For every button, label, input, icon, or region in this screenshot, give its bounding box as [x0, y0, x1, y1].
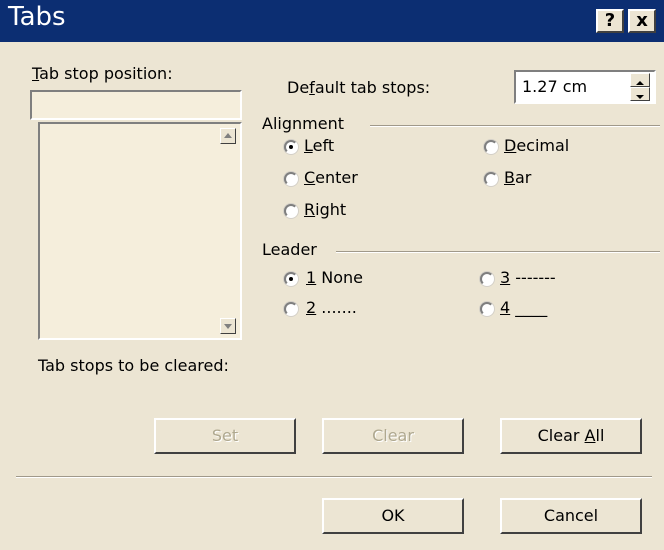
- close-icon: x: [636, 10, 648, 31]
- spin-down-button[interactable]: [630, 87, 650, 101]
- tab-stop-position-label: Tab stop position:: [32, 64, 173, 83]
- alignment-divider: [370, 125, 660, 127]
- alignment-decimal-radio[interactable]: [484, 140, 498, 154]
- leader-1-label[interactable]: 1 None: [306, 268, 363, 287]
- dialog-separator: [16, 476, 652, 478]
- leader-4-label[interactable]: 4 ____: [500, 298, 547, 317]
- scroll-down-button[interactable]: [220, 318, 236, 334]
- leader-4-radio[interactable]: [480, 302, 494, 316]
- default-tab-stops-value: 1.27 cm: [522, 77, 588, 96]
- window-title: Tabs: [8, 2, 66, 32]
- default-tab-stops-input[interactable]: 1.27 cm: [514, 70, 656, 104]
- leader-3-label[interactable]: 3 -------: [500, 268, 556, 287]
- clear-button[interactable]: Clear: [322, 418, 464, 454]
- leader-group-label: Leader: [262, 240, 317, 259]
- scroll-down-icon: [224, 324, 232, 329]
- help-button[interactable]: ?: [596, 9, 624, 33]
- tab-stop-position-input[interactable]: [30, 90, 242, 120]
- help-icon: ?: [604, 10, 616, 31]
- leader-3-radio[interactable]: [480, 272, 494, 286]
- tab-stops-cleared-label: Tab stops to be cleared:: [38, 356, 229, 375]
- set-button[interactable]: Set: [154, 418, 296, 454]
- cancel-button[interactable]: Cancel: [500, 498, 642, 534]
- list-scrollbar[interactable]: [220, 128, 238, 334]
- scroll-up-icon: [224, 133, 232, 138]
- alignment-center-label[interactable]: Center: [304, 168, 358, 187]
- default-tab-stops-label: Default tab stops:: [287, 78, 431, 97]
- scroll-up-button[interactable]: [220, 128, 236, 144]
- ok-button[interactable]: OK: [322, 498, 464, 534]
- leader-divider: [336, 251, 660, 253]
- alignment-right-label[interactable]: Right: [304, 200, 346, 219]
- leader-2-label[interactable]: 2 .......: [306, 298, 357, 317]
- alignment-left-label[interactable]: Left: [304, 136, 334, 155]
- spin-up-button[interactable]: [630, 73, 650, 87]
- leader-1-radio[interactable]: [284, 272, 298, 286]
- tab-stop-list[interactable]: [38, 122, 242, 340]
- alignment-decimal-label[interactable]: Decimal: [504, 136, 569, 155]
- spin-down-icon: [636, 95, 644, 99]
- alignment-group-label: Alignment: [262, 114, 344, 133]
- alignment-bar-label[interactable]: Bar: [504, 168, 531, 187]
- clear-all-button[interactable]: Clear All: [500, 418, 642, 454]
- alignment-center-radio[interactable]: [284, 172, 298, 186]
- title-bar[interactable]: Tabs ? x: [0, 0, 664, 42]
- leader-2-radio[interactable]: [284, 302, 298, 316]
- alignment-right-radio[interactable]: [284, 204, 298, 218]
- close-button[interactable]: x: [628, 9, 656, 33]
- alignment-bar-radio[interactable]: [484, 172, 498, 186]
- alignment-left-radio[interactable]: [284, 140, 298, 154]
